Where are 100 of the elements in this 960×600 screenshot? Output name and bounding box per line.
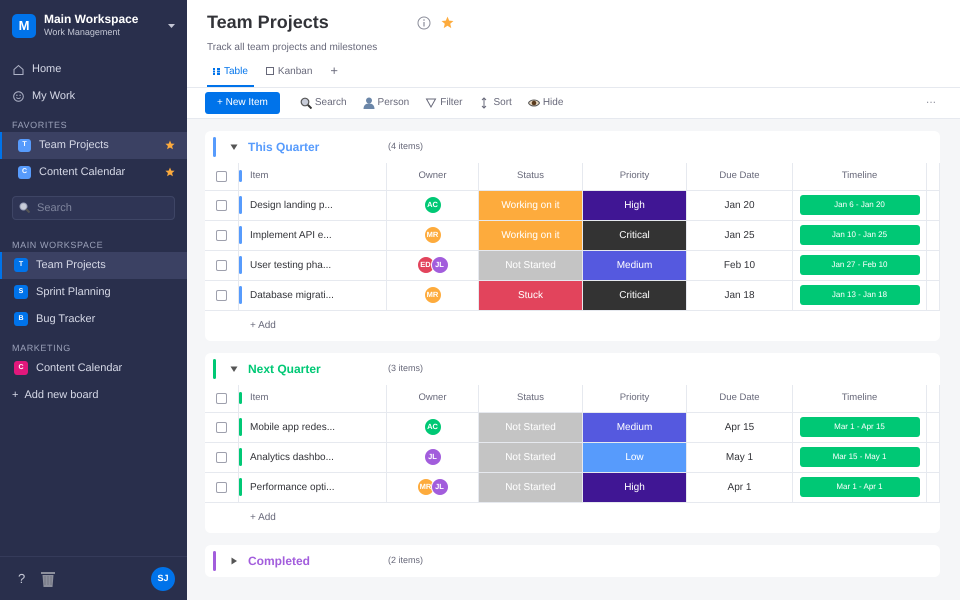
priority-label[interactable]: Critical <box>583 280 686 310</box>
due-date: Feb 10 <box>724 258 756 273</box>
caret-down-icon[interactable] <box>230 364 238 373</box>
hide-button[interactable]: Hide <box>522 95 570 110</box>
workspace-subtitle: Work Management <box>44 26 121 40</box>
user-avatar[interactable]: SJ <box>151 566 175 590</box>
column-header: Due Date <box>719 168 760 183</box>
color-bar <box>239 170 242 182</box>
search-icon <box>19 202 30 213</box>
person-icon <box>362 96 375 109</box>
item-name[interactable]: Implement API e... <box>250 228 332 243</box>
caret-icon <box>168 24 175 28</box>
checkbox[interactable] <box>216 230 227 241</box>
priority-label[interactable]: Medium <box>583 412 686 442</box>
checkbox[interactable] <box>216 422 227 433</box>
color-bar <box>239 256 242 274</box>
priority-label[interactable]: High <box>583 472 686 502</box>
checkbox[interactable] <box>216 200 227 211</box>
column-header: Owner <box>418 390 446 405</box>
item-name[interactable]: Design landing p... <box>250 198 333 213</box>
column-header: Timeline <box>842 390 878 405</box>
square-icon <box>266 67 274 76</box>
add-tab-button[interactable]: + <box>324 61 344 87</box>
column-header: Status <box>517 168 544 183</box>
item-count: (4 items) <box>388 140 424 153</box>
column-header: Owner <box>418 168 446 183</box>
trash-icon <box>41 570 56 586</box>
color-bar <box>239 418 242 436</box>
column-header: Status <box>517 390 544 405</box>
due-date: Jan 18 <box>724 288 755 303</box>
board-label: Content Calendar <box>39 165 126 180</box>
item-name[interactable]: User testing pha... <box>250 258 332 273</box>
search-icon <box>300 96 312 109</box>
checkbox[interactable] <box>216 452 227 463</box>
new-item-button[interactable]: + New Item <box>205 92 280 114</box>
view-tab[interactable]: Kanban <box>260 64 318 87</box>
item-name[interactable]: Analytics dashbo... <box>250 450 334 465</box>
search-button[interactable]: Search <box>294 95 353 110</box>
color-bar <box>239 226 242 244</box>
color-bar <box>239 392 242 404</box>
status-label[interactable]: Stuck <box>479 280 582 310</box>
board-label: Bug Tracker <box>36 312 96 328</box>
board-label: Team Projects <box>39 138 110 154</box>
checkbox[interactable] <box>216 260 227 271</box>
add-board-label: Add new board <box>24 388 98 404</box>
caret-right-icon[interactable] <box>230 556 238 565</box>
checkbox[interactable] <box>216 290 227 301</box>
section-label: MAIN WORKSPACE <box>11 238 104 252</box>
grid-icon <box>213 68 220 75</box>
checkbox[interactable] <box>216 170 227 182</box>
help-button[interactable]: ? <box>18 568 26 588</box>
filter-icon <box>425 96 438 109</box>
add-board-link[interactable]: + Add new board <box>0 382 187 409</box>
smiley-icon <box>13 90 24 102</box>
home-icon <box>13 64 24 75</box>
item-name[interactable]: Mobile app redes... <box>250 420 336 435</box>
nav-item[interactable]: My Work <box>0 82 187 110</box>
color-bar <box>239 448 242 466</box>
board-label: Team Projects <box>36 258 107 274</box>
add-item-link[interactable]: + Add <box>250 318 276 334</box>
column-header: Timeline <box>842 168 878 183</box>
group-title[interactable]: This Quarter <box>248 138 388 156</box>
group-title[interactable]: Completed <box>248 552 388 570</box>
caret-down-icon[interactable] <box>230 142 238 151</box>
more-button[interactable]: ··· <box>920 95 942 110</box>
workspace-logo[interactable]: M <box>12 14 36 38</box>
column-header: Item <box>250 390 268 405</box>
due-date: Apr 15 <box>724 420 754 435</box>
item-count: (2 items) <box>388 554 424 567</box>
checkbox[interactable] <box>216 482 227 493</box>
section-label: MARKETING <box>11 342 72 355</box>
priority-label[interactable]: High <box>583 190 686 220</box>
workspace-name[interactable]: Main Workspace <box>44 12 160 26</box>
nav-label: Home <box>32 62 62 78</box>
priority-label[interactable]: Medium <box>583 250 686 280</box>
color-bar <box>239 478 242 496</box>
nav-label: My Work <box>32 89 76 104</box>
column-header: Due Date <box>719 390 760 405</box>
priority-label[interactable]: Low <box>583 442 686 472</box>
due-date: May 1 <box>726 450 754 465</box>
board-label: Sprint Planning <box>36 285 112 300</box>
priority-label[interactable]: Critical <box>583 220 686 250</box>
person-button[interactable]: Person <box>356 95 416 110</box>
section-label: FAVORITES <box>11 118 68 132</box>
due-date: Jan 20 <box>724 198 755 213</box>
column-header: Priority <box>620 168 650 183</box>
sort-button[interactable]: Sort <box>472 95 518 110</box>
filter-button[interactable]: Filter <box>419 95 468 110</box>
search-field[interactable]: Search <box>12 196 175 220</box>
color-bar <box>239 196 242 214</box>
item-name[interactable]: Performance opti... <box>250 480 334 495</box>
checkbox[interactable] <box>216 392 227 404</box>
item-count: (3 items) <box>388 362 424 375</box>
item-name[interactable]: Database migrati... <box>250 288 334 303</box>
column-header: Priority <box>620 390 650 405</box>
nav-item[interactable]: Home <box>0 56 187 83</box>
add-item-link[interactable]: + Add <box>250 510 276 526</box>
due-date: Apr 1 <box>728 480 752 495</box>
due-date: Jan 25 <box>724 228 755 243</box>
info-icon <box>417 16 431 30</box>
